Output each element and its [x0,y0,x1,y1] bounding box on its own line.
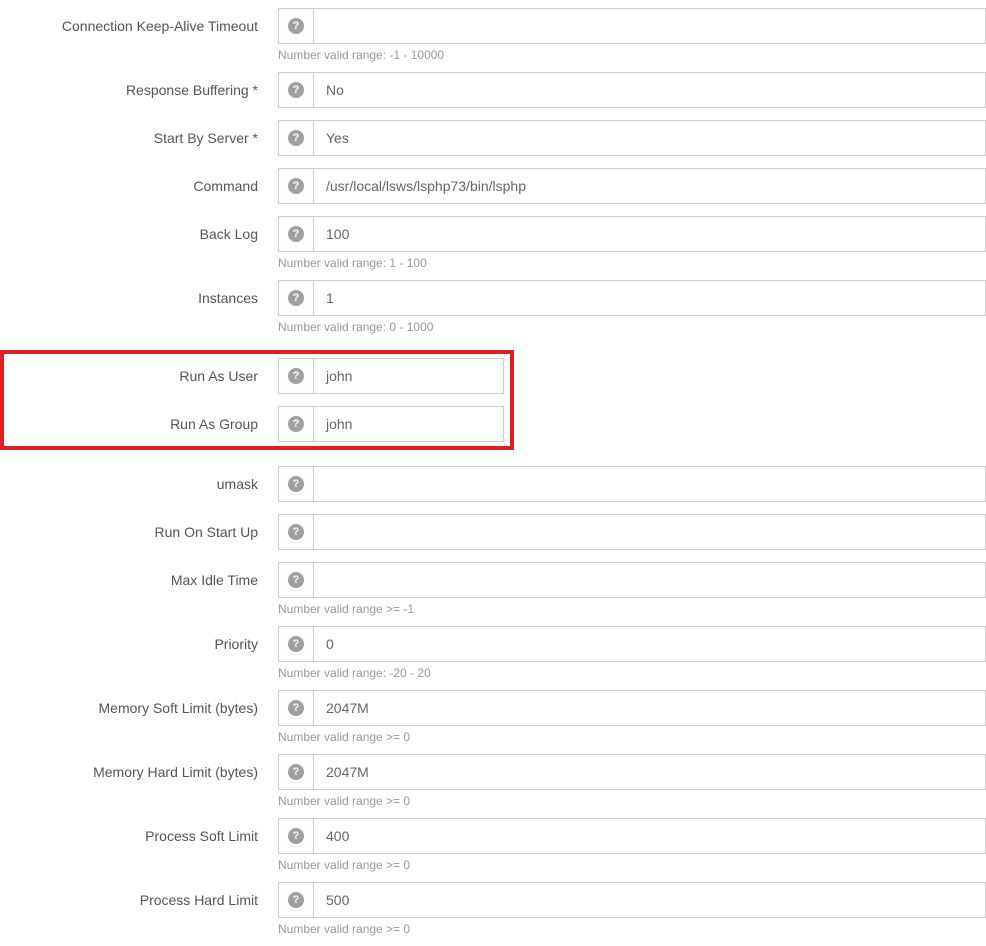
label-priority: Priority [0,636,278,652]
input-response-buffering[interactable]: No [314,72,986,108]
input-memory-soft-limit[interactable]: 2047M [314,690,986,726]
help-process-soft-limit[interactable]: ? [278,818,314,854]
help-memory-soft-limit[interactable]: ? [278,690,314,726]
help-start-by-server[interactable]: ? [278,120,314,156]
input-connection-keepalive[interactable] [314,8,986,44]
hint-back-log: Number valid range: 1 - 100 [278,252,986,280]
label-response-buffering: Response Buffering * [0,82,278,98]
label-start-by-server: Start By Server * [0,130,278,146]
help-icon: ? [288,178,304,194]
highlight-run-as: Run As User ? john Run As Group ? john [0,350,514,450]
help-icon: ? [288,524,304,540]
row-back-log: Back Log ? 100 [0,216,986,252]
help-back-log[interactable]: ? [278,216,314,252]
label-back-log: Back Log [0,226,278,242]
input-priority[interactable]: 0 [314,626,986,662]
help-instances[interactable]: ? [278,280,314,316]
row-connection-keepalive: Connection Keep-Alive Timeout ? [0,8,986,44]
label-run-as-user: Run As User [4,368,278,384]
row-memory-hard-limit: Memory Hard Limit (bytes) ? 2047M [0,754,986,790]
label-command: Command [0,178,278,194]
help-icon: ? [288,130,304,146]
hint-process-soft-limit: Number valid range >= 0 [278,854,986,882]
help-command[interactable]: ? [278,168,314,204]
help-icon: ? [288,636,304,652]
help-icon: ? [288,82,304,98]
label-run-as-group: Run As Group [4,416,278,432]
input-run-on-start-up[interactable] [314,514,986,550]
help-icon: ? [288,572,304,588]
row-instances: Instances ? 1 [0,280,986,316]
input-back-log[interactable]: 100 [314,216,986,252]
help-icon: ? [288,290,304,306]
hint-process-hard-limit: Number valid range >= 0 [278,918,986,946]
help-run-as-group[interactable]: ? [278,406,314,442]
help-process-hard-limit[interactable]: ? [278,882,314,918]
label-instances: Instances [0,290,278,306]
row-memory-soft-limit: Memory Soft Limit (bytes) ? 2047M [0,690,986,726]
row-umask: umask ? [0,466,986,502]
help-priority[interactable]: ? [278,626,314,662]
input-instances[interactable]: 1 [314,280,986,316]
help-icon: ? [288,368,304,384]
input-memory-hard-limit[interactable]: 2047M [314,754,986,790]
row-process-soft-limit: Process Soft Limit ? 400 [0,818,986,854]
row-run-as-group: Run As Group ? john [4,406,510,442]
help-icon: ? [288,416,304,432]
row-start-by-server: Start By Server * ? Yes [0,120,986,156]
label-process-soft-limit: Process Soft Limit [0,828,278,844]
input-process-soft-limit[interactable]: 400 [314,818,986,854]
row-run-as-user: Run As User ? john [4,358,510,394]
input-start-by-server[interactable]: Yes [314,120,986,156]
label-run-on-start-up: Run On Start Up [0,524,278,540]
help-icon: ? [288,828,304,844]
input-run-as-group[interactable]: john [314,406,504,442]
input-umask[interactable] [314,466,986,502]
row-max-idle-time: Max Idle Time ? [0,562,986,598]
help-icon: ? [288,700,304,716]
help-run-as-user[interactable]: ? [278,358,314,394]
hint-memory-soft-limit: Number valid range >= 0 [278,726,986,754]
row-priority: Priority ? 0 [0,626,986,662]
input-command[interactable]: /usr/local/lsws/lsphp73/bin/lsphp [314,168,986,204]
row-response-buffering: Response Buffering * ? No [0,72,986,108]
row-run-on-start-up: Run On Start Up ? [0,514,986,550]
hint-connection-keepalive: Number valid range: -1 - 10000 [278,44,986,72]
row-command: Command ? /usr/local/lsws/lsphp73/bin/ls… [0,168,986,204]
help-response-buffering[interactable]: ? [278,72,314,108]
help-memory-hard-limit[interactable]: ? [278,754,314,790]
help-icon: ? [288,476,304,492]
help-icon: ? [288,226,304,242]
help-connection-keepalive[interactable]: ? [278,8,314,44]
help-icon: ? [288,18,304,34]
label-memory-soft-limit: Memory Soft Limit (bytes) [0,700,278,716]
help-max-idle-time[interactable]: ? [278,562,314,598]
label-connection-keepalive: Connection Keep-Alive Timeout [0,18,278,34]
help-icon: ? [288,764,304,780]
input-max-idle-time[interactable] [314,562,986,598]
help-run-on-start-up[interactable]: ? [278,514,314,550]
input-run-as-user[interactable]: john [314,358,504,394]
form-container: Connection Keep-Alive Timeout ? Number v… [0,0,986,946]
input-process-hard-limit[interactable]: 500 [314,882,986,918]
label-max-idle-time: Max Idle Time [0,572,278,588]
row-process-hard-limit: Process Hard Limit ? 500 [0,882,986,918]
label-process-hard-limit: Process Hard Limit [0,892,278,908]
label-memory-hard-limit: Memory Hard Limit (bytes) [0,764,278,780]
hint-max-idle-time: Number valid range >= -1 [278,598,986,626]
hint-priority: Number valid range: -20 - 20 [278,662,986,690]
help-umask[interactable]: ? [278,466,314,502]
label-umask: umask [0,476,278,492]
hint-instances: Number valid range: 0 - 1000 [278,316,986,344]
help-icon: ? [288,892,304,908]
hint-memory-hard-limit: Number valid range >= 0 [278,790,986,818]
